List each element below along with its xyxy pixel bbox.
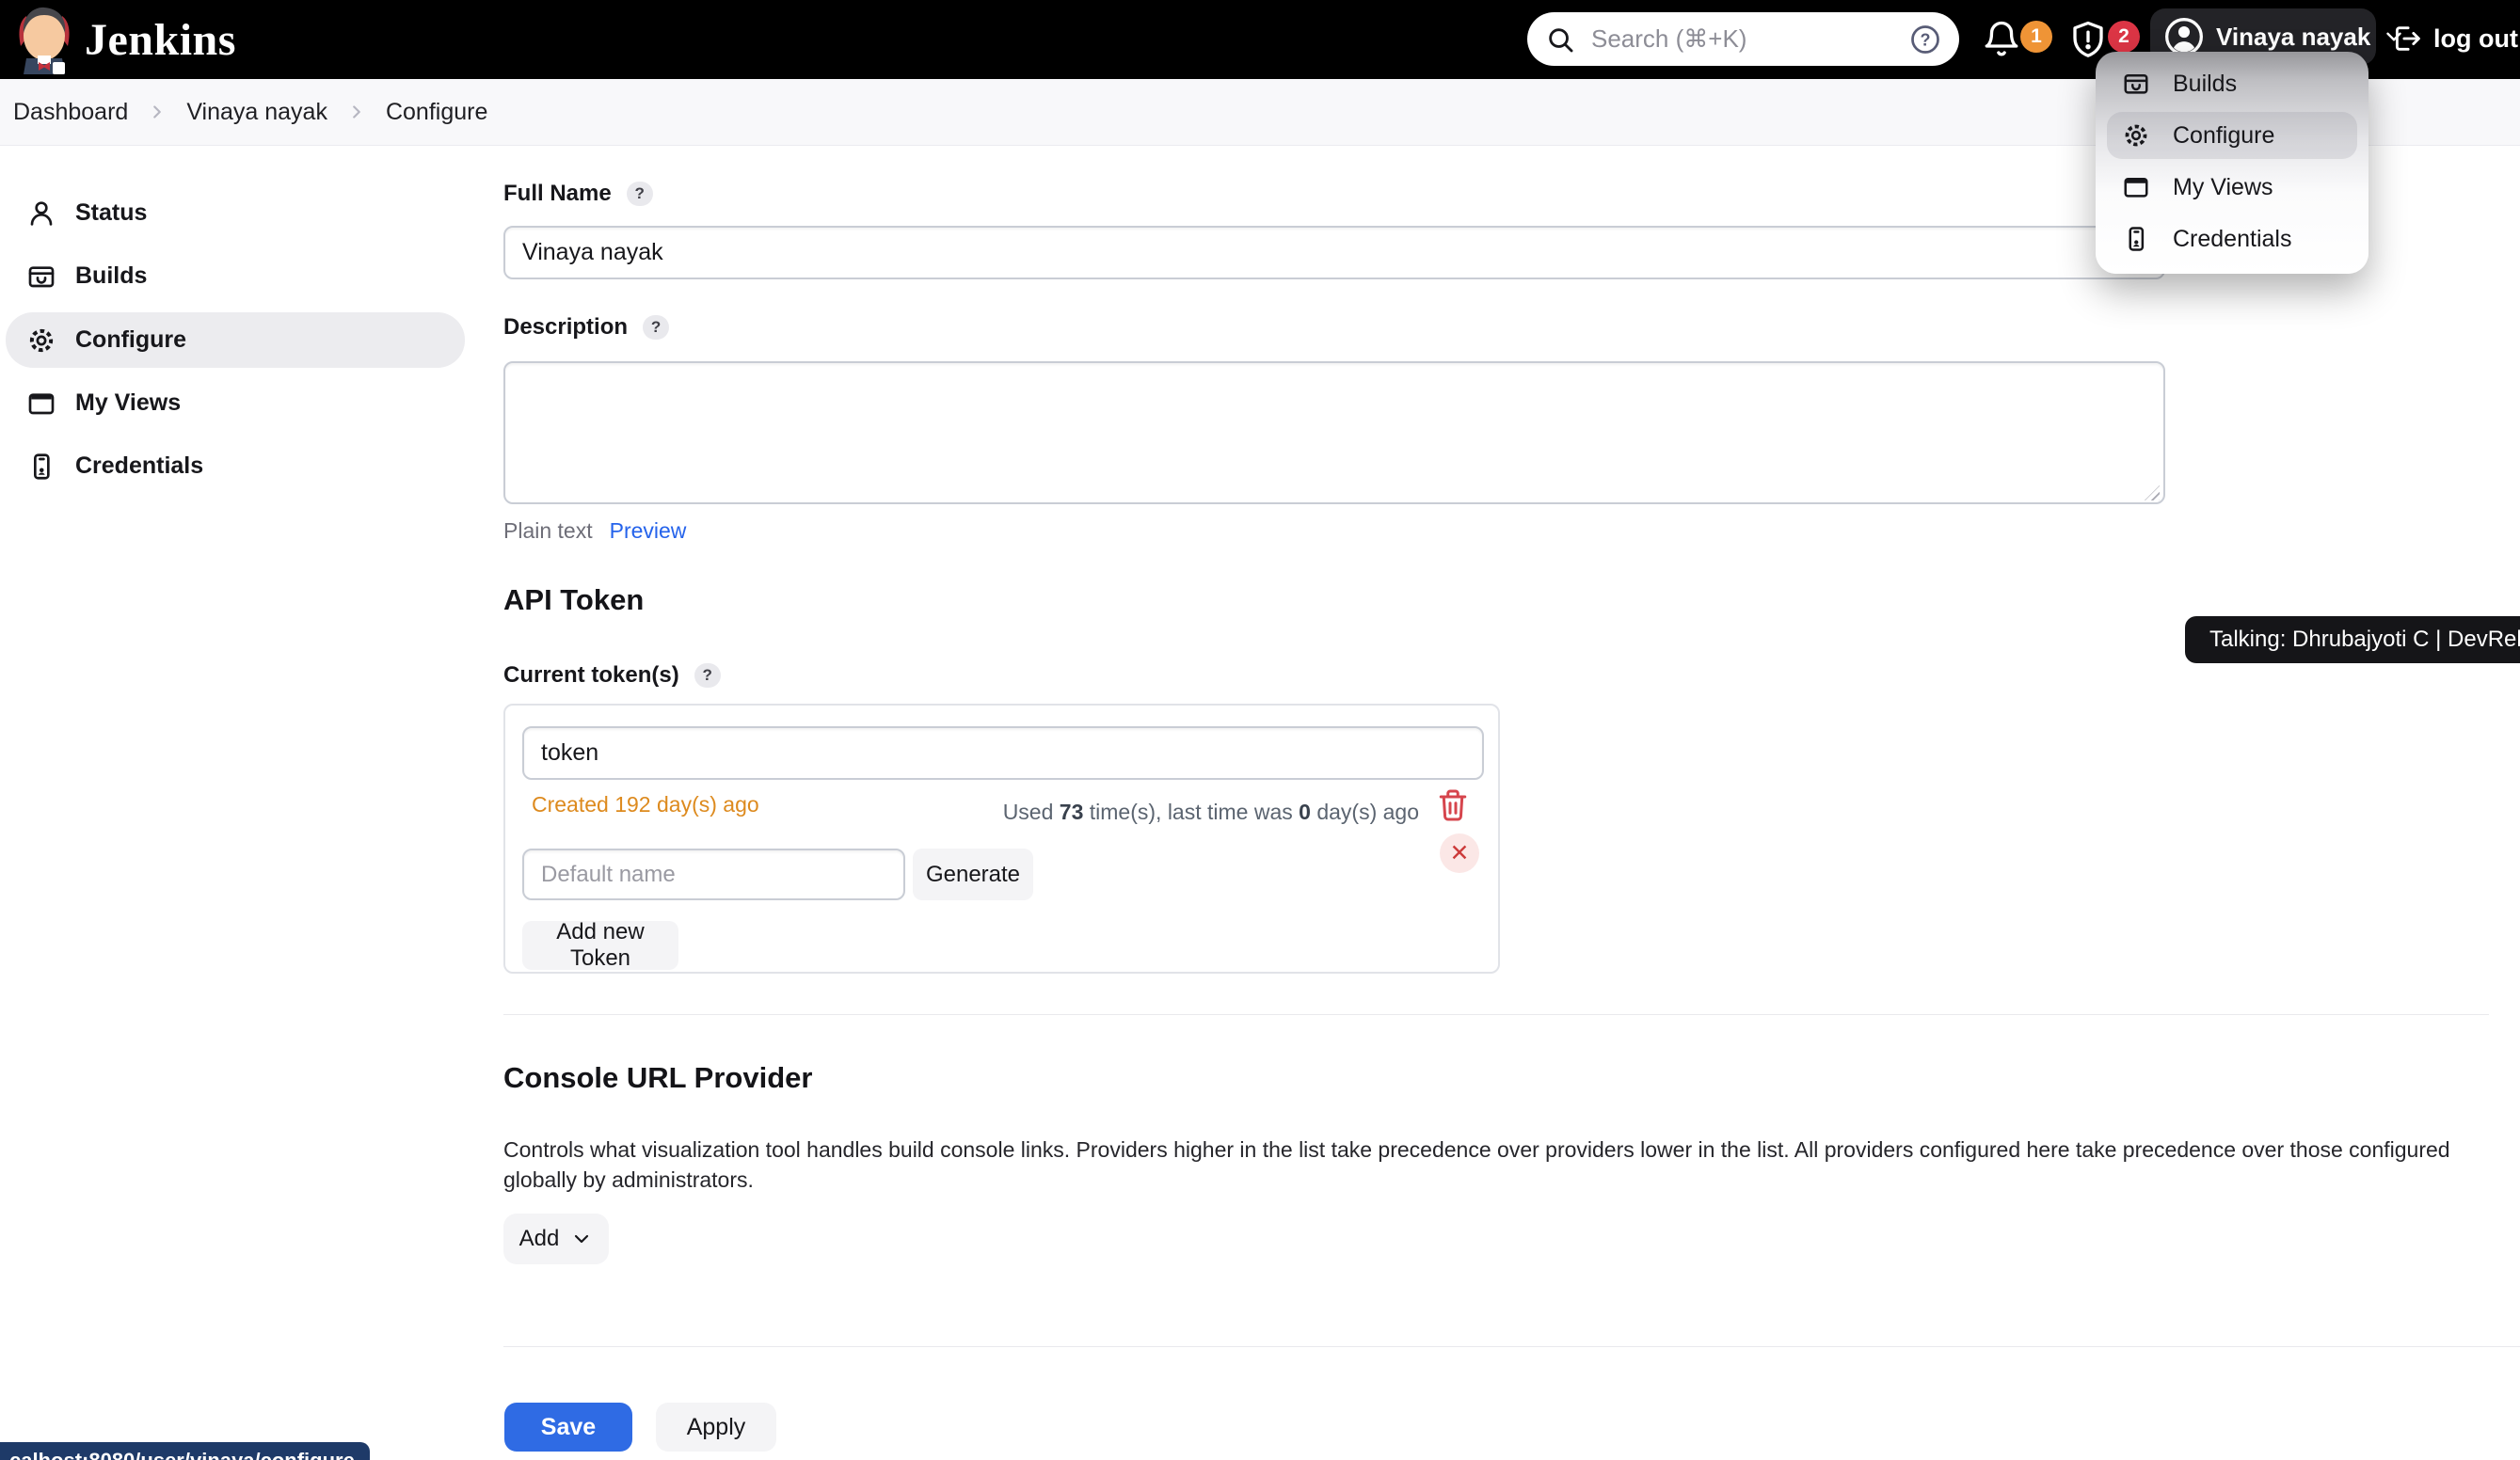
builds-icon	[2122, 70, 2150, 98]
menu-item-label: Builds	[2173, 71, 2237, 98]
notifications-count-badge[interactable]: 1	[2020, 21, 2052, 53]
jenkins-head-icon	[17, 5, 72, 74]
menu-item-label: My Views	[2173, 174, 2273, 201]
sidebar-item-label: Configure	[75, 326, 186, 354]
breadcrumb-dashboard[interactable]: Dashboard	[13, 99, 128, 126]
gear-icon	[26, 325, 56, 356]
security-shield-icon[interactable]	[2068, 18, 2108, 61]
credentials-card-icon	[26, 452, 56, 482]
description-help-icon[interactable]: ?	[643, 315, 669, 340]
search-input[interactable]: Search (⌘+K) ?	[1527, 12, 1959, 66]
svg-text:?: ?	[1921, 30, 1931, 49]
breadcrumb-chevron-icon	[346, 102, 367, 122]
add-provider-button[interactable]: Add	[503, 1214, 609, 1264]
breadcrumb-chevron-icon	[147, 102, 167, 122]
preview-link[interactable]: Preview	[610, 518, 687, 544]
apply-button[interactable]: Apply	[656, 1403, 776, 1452]
token-name-input[interactable]	[522, 726, 1484, 780]
chevron-down-icon	[570, 1228, 593, 1250]
api-token-box: Created 192 day(s) ago Used 73 time(s), …	[503, 704, 1500, 974]
jenkins-logo[interactable]: Jenkins	[17, 5, 236, 74]
new-token-name-input[interactable]	[522, 849, 905, 900]
menu-item-label: Configure	[2173, 122, 2274, 150]
console-url-provider-description: Controls what visualization tool handles…	[503, 1135, 2491, 1195]
sidebar-item-label: Credentials	[75, 452, 203, 480]
window-icon	[2122, 173, 2150, 201]
menu-item-configure[interactable]: Configure	[2107, 112, 2357, 159]
gear-icon	[2122, 121, 2150, 150]
delete-token-trash-icon[interactable]	[1436, 786, 1470, 824]
talking-status-tooltip: Talking: Dhrubajyoti C | DevRel En...	[2185, 616, 2520, 663]
cancel-token-x-button[interactable]: ✕	[1440, 833, 1479, 873]
user-dropdown-menu: Builds Configure My Views	[2096, 52, 2368, 274]
jenkins-logo-text: Jenkins	[85, 14, 236, 66]
sidebar-item-status[interactable]: Status	[6, 185, 465, 241]
token-created-text: Created 192 day(s) ago	[532, 792, 759, 817]
menu-item-label: Credentials	[2173, 226, 2291, 253]
console-url-provider-heading: Console URL Provider	[503, 1061, 812, 1095]
logout-label: log out	[2433, 24, 2518, 54]
logout-button[interactable]: log out	[2390, 23, 2518, 55]
current-tokens-label: Current token(s)	[503, 662, 679, 689]
plain-text-label: Plain text	[503, 518, 593, 544]
description-label: Description	[503, 314, 628, 341]
builds-icon	[26, 262, 56, 292]
sidebar-item-label: Builds	[75, 262, 147, 290]
search-placeholder: Search (⌘+K)	[1591, 24, 1908, 54]
footer-divider	[503, 1346, 2520, 1347]
breadcrumb-user[interactable]: Vinaya nayak	[186, 99, 327, 126]
sidebar-item-my-views[interactable]: My Views	[6, 375, 465, 431]
sidebar-item-label: Status	[75, 199, 147, 227]
jenkins-user-configure-page: Jenkins Search (⌘+K) ? 1	[0, 0, 2520, 1460]
search-help-icon[interactable]: ?	[1908, 23, 1942, 56]
generate-token-button[interactable]: Generate	[913, 849, 1033, 900]
current-tokens-help-icon[interactable]: ?	[694, 663, 721, 688]
credentials-card-icon	[2122, 225, 2150, 253]
sidebar-item-label: My Views	[75, 389, 181, 417]
sidebar-item-builds[interactable]: Builds	[6, 248, 465, 304]
menu-item-builds[interactable]: Builds	[2107, 60, 2357, 107]
token-usage-text: Used 73 time(s), last time was 0 day(s) …	[1003, 800, 1419, 825]
status-bar-url: calhost:8080/user/vinaya/configure	[0, 1442, 370, 1460]
add-new-token-button[interactable]: Add new Token	[522, 921, 678, 970]
logout-icon	[2390, 23, 2422, 55]
window-icon	[26, 389, 56, 419]
breadcrumb-configure[interactable]: Configure	[386, 99, 487, 126]
sidebar-item-configure[interactable]: Configure	[6, 312, 465, 368]
menu-item-credentials[interactable]: Credentials	[2107, 215, 2357, 262]
api-token-heading: API Token	[503, 583, 644, 617]
user-name: Vinaya nayak	[2216, 23, 2370, 52]
search-icon	[1544, 24, 1576, 56]
description-textarea[interactable]	[503, 361, 2165, 504]
security-count-badge[interactable]: 2	[2108, 21, 2140, 53]
menu-item-my-views[interactable]: My Views	[2107, 164, 2357, 211]
add-provider-label: Add	[519, 1226, 560, 1252]
sidebar-item-credentials[interactable]: Credentials	[6, 438, 465, 494]
person-icon	[26, 198, 56, 229]
full-name-help-icon[interactable]: ?	[627, 182, 653, 206]
notifications-bell-icon[interactable]	[1982, 19, 2021, 60]
full-name-label: Full Name	[503, 181, 612, 207]
section-divider	[503, 1014, 2489, 1015]
save-button[interactable]: Save	[504, 1403, 632, 1452]
full-name-input[interactable]	[503, 226, 2165, 279]
